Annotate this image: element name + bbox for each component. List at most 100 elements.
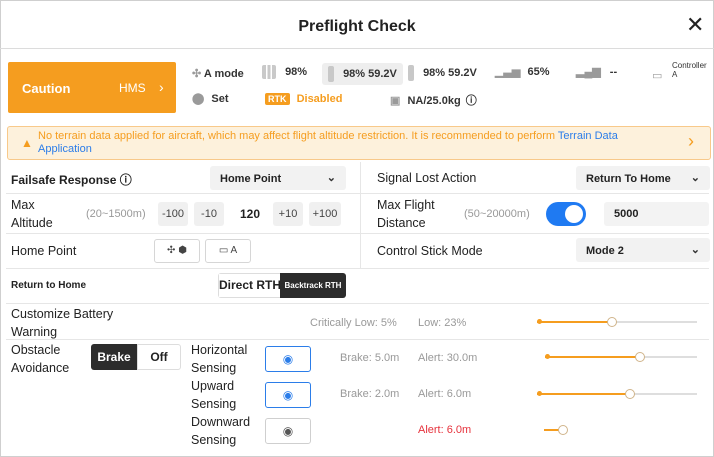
failsafe-label-text: Failsafe Response (11, 173, 117, 187)
failsafe-value: Home Point (220, 173, 282, 185)
header-divider (0, 48, 714, 49)
upward-sensing-slider[interactable] (537, 389, 697, 399)
row-divider (6, 303, 709, 304)
terrain-warning-banner[interactable]: ▲ No terrain data applied for aircraft, … (7, 126, 711, 160)
column-divider (360, 162, 361, 268)
obstacle-avoidance-label: Obstacle Avoidance (11, 343, 70, 375)
flight-mode-status: ✣ A mode (192, 67, 244, 80)
max-distance-toggle[interactable] (546, 202, 586, 226)
signal-value: 65% (527, 66, 550, 78)
downward-sensing-label: Downward Sensing (191, 415, 251, 447)
max-flight-distance-label: Max Flight Distance (377, 198, 435, 230)
controller-status: ▭ (652, 66, 662, 84)
battery-warning-label: Customize Battery Warning (11, 307, 114, 339)
horizontal-alert-value: Alert: 30.0m (418, 352, 478, 364)
controller-icon: ▭ (218, 245, 229, 256)
payload-status: ▣ NA/25.0kg ⓘ (390, 92, 477, 108)
row-divider (6, 268, 709, 269)
caution-button[interactable]: Caution HMS › (8, 62, 176, 113)
battery-cell-icon (328, 66, 334, 82)
battery-cell-icon (408, 65, 414, 81)
control-stick-select[interactable]: Mode 2 ⌄ (576, 238, 710, 262)
horizontal-sensing-toggle[interactable]: ◉ (265, 346, 311, 372)
chevron-down-icon: ⌄ (690, 244, 700, 256)
downward-alert-handle[interactable] (558, 425, 568, 435)
altitude-minus-100-button[interactable]: -100 (158, 202, 188, 226)
home-status-value: Set (211, 93, 229, 105)
signal-lost-label: Signal Lost Action (377, 171, 477, 185)
home-status: ⬤ Set (192, 92, 229, 105)
chevron-down-icon: ⌄ (326, 172, 336, 184)
controller-icon: ▭ (652, 70, 663, 82)
drone-location-icon: ✣ ⬢ (167, 245, 187, 256)
downward-sensing-toggle[interactable]: ◉ (265, 418, 311, 444)
dialog-title: Preflight Check (298, 18, 416, 35)
home-btn2-label: A (230, 245, 238, 256)
obstacle-brake-option[interactable]: Brake (91, 344, 137, 370)
upward-brake-value: Brake: 2.0m (340, 388, 400, 400)
close-icon[interactable]: ✕ (686, 14, 704, 36)
rc-signal-icon: ▂▄▆ (576, 66, 601, 78)
max-distance-input[interactable]: 5000 (604, 202, 709, 226)
row-divider (6, 193, 709, 194)
horizontal-brake-handle[interactable] (545, 354, 550, 359)
rtk-status: RTK Disabled (265, 93, 342, 105)
info-icon[interactable]: ⓘ (120, 173, 132, 187)
battery1-value: 98% (285, 65, 308, 78)
max-altitude-range: (20~1500m) (86, 208, 146, 220)
controller-label: Controller A (672, 61, 707, 79)
max-altitude-value[interactable]: 120 (231, 202, 269, 226)
downward-alert-value: Alert: 6.0m (418, 424, 472, 436)
horizontal-alert-handle[interactable] (635, 352, 645, 362)
direct-rth-option[interactable]: Direct RTH (218, 273, 282, 298)
radar-icon: ◉ (282, 388, 294, 402)
horizontal-sensing-slider[interactable] (545, 352, 697, 362)
upward-sensing-label: Upward Sensing (191, 379, 237, 411)
horizontal-brake-value: Brake: 5.0m (340, 352, 400, 364)
low-handle[interactable] (607, 317, 617, 327)
failsafe-response-label: Failsafe Response ⓘ (11, 171, 132, 188)
horizontal-sensing-label: Horizontal Sensing (191, 343, 248, 375)
max-distance-range: (50~20000m) (464, 208, 530, 220)
max-distance-value: 5000 (614, 208, 639, 220)
home-point-label: Home Point (11, 244, 77, 258)
signal-lost-value: Return To Home (586, 173, 671, 185)
rtk-status-value: Disabled (296, 93, 343, 105)
rc-value: -- (609, 66, 618, 78)
warning-icon: ▲ (21, 136, 33, 150)
signal-lost-select[interactable]: Return To Home ⌄ (576, 166, 710, 190)
banner-text: No terrain data applied for aircraft, wh… (38, 130, 663, 156)
home-point-controller-button[interactable]: ▭ A (205, 239, 251, 263)
radar-icon: ◉ (282, 424, 294, 438)
altitude-plus-10-button[interactable]: +10 (273, 202, 303, 226)
battery1-status: 98% (262, 65, 307, 79)
control-stick-value: Mode 2 (586, 245, 624, 257)
altitude-minus-10-button[interactable]: -10 (194, 202, 224, 226)
signal-icon: ▁▃▅ (495, 66, 521, 78)
upward-slider-fill (537, 393, 627, 395)
downward-sensing-slider[interactable] (544, 425, 568, 435)
payload-icon: ▣ (390, 95, 401, 107)
home-point-aircraft-button[interactable]: ✣ ⬢ (154, 239, 200, 263)
failsafe-response-select[interactable]: Home Point ⌄ (210, 166, 346, 190)
info-icon[interactable]: ⓘ (466, 95, 477, 107)
battery3-value: 98% 59.2V (423, 66, 477, 79)
rc-status: ▂▄▆ -- (576, 65, 617, 78)
chevron-down-icon: ⌄ (690, 172, 700, 184)
critical-low-handle[interactable] (537, 319, 542, 324)
battery-warning-slider[interactable] (537, 317, 697, 327)
caution-label: Caution (22, 81, 71, 96)
flight-mode-value: A mode (203, 68, 244, 80)
control-stick-label: Control Stick Mode (377, 244, 483, 258)
backtrack-rth-option[interactable]: Backtrack RTH (280, 273, 346, 298)
upward-brake-handle[interactable] (537, 391, 542, 396)
chevron-right-icon: › (688, 131, 694, 151)
banner-message: No terrain data applied for aircraft, wh… (38, 130, 556, 142)
upward-sensing-toggle[interactable]: ◉ (265, 382, 311, 408)
drone-icon: ✣ (192, 68, 202, 80)
obstacle-off-option[interactable]: Off (137, 344, 181, 370)
upward-alert-value: Alert: 6.0m (418, 388, 472, 400)
upward-alert-handle[interactable] (625, 389, 635, 399)
horizontal-slider-fill (545, 356, 637, 358)
altitude-plus-100-button[interactable]: +100 (309, 202, 341, 226)
